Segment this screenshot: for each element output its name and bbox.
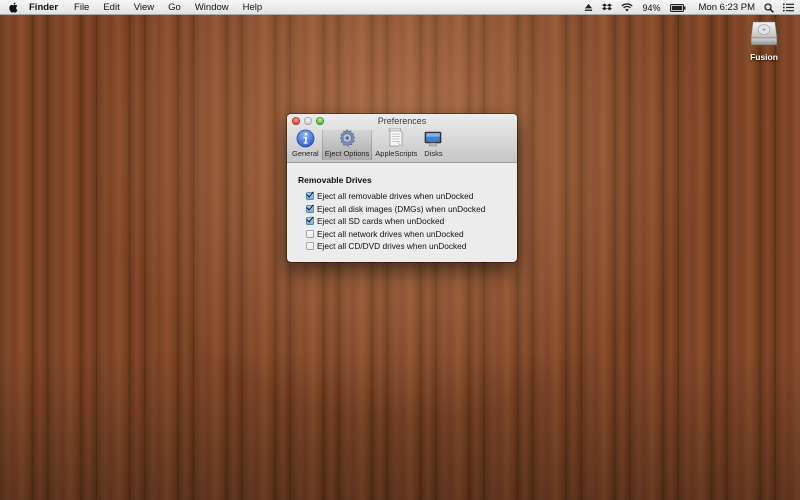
option-eject-sd-cards[interactable]: Eject all SD cards when unDocked	[306, 215, 517, 228]
menu-go[interactable]: Go	[168, 2, 181, 13]
preferences-window: Preferences General Eject Options AppleS…	[287, 114, 517, 262]
eject-icon[interactable]	[584, 0, 593, 15]
section-title: Removable Drives	[298, 175, 372, 185]
option-eject-network-drives[interactable]: Eject all network drives when unDocked	[306, 228, 517, 241]
checkbox[interactable]	[306, 217, 314, 226]
option-eject-disk-images[interactable]: Eject all disk images (DMGs) when unDock…	[306, 203, 517, 216]
menu-extras: 94% Mon 6:23 PM	[584, 0, 794, 15]
tab-label: Eject Options	[324, 149, 370, 158]
option-label: Eject all removable drives when unDocked	[317, 191, 474, 202]
gear-icon	[337, 128, 357, 148]
tab-applescripts[interactable]: AppleScripts	[372, 128, 420, 160]
script-icon	[386, 128, 406, 148]
search-icon[interactable]	[764, 0, 774, 15]
tab-label: Disks	[424, 149, 443, 158]
menu-bar: Finder File Edit View Go Window Help 94%…	[0, 0, 800, 15]
option-label: Eject all CD/DVD drives when unDocked	[317, 241, 467, 252]
menu-window[interactable]: Window	[195, 2, 229, 13]
tab-general[interactable]: General	[289, 129, 322, 160]
menu-view[interactable]: View	[134, 2, 154, 13]
menu-app-finder[interactable]: Finder	[29, 2, 58, 13]
tab-label: General	[292, 149, 319, 158]
desktop-icon-label: Fusion	[750, 52, 778, 62]
menu-edit[interactable]: Edit	[103, 2, 119, 13]
tab-label: AppleScripts	[375, 149, 418, 158]
menu-clock[interactable]: Mon 6:23 PM	[699, 2, 756, 13]
checkbox[interactable]	[306, 204, 314, 213]
option-eject-removable-drives[interactable]: Eject all removable drives when unDocked	[306, 190, 517, 203]
option-label: Eject all disk images (DMGs) when unDock…	[317, 203, 486, 214]
dropbox-icon[interactable]	[602, 0, 613, 15]
preferences-content: Removable Drives Eject all removable dri…	[287, 163, 517, 253]
info-icon	[295, 129, 315, 148]
tab-disks[interactable]: Disks	[420, 130, 446, 160]
battery-percent: 94%	[642, 2, 661, 13]
tab-eject-options[interactable]: Eject Options	[321, 128, 373, 160]
checkbox[interactable]	[306, 242, 314, 251]
desktop-drive-fusion[interactable]: Fusion	[744, 18, 784, 62]
menu-file[interactable]: File	[74, 2, 89, 13]
display-icon	[423, 130, 443, 148]
hard-drive-icon	[749, 18, 779, 48]
option-label: Eject all SD cards when unDocked	[317, 216, 445, 227]
option-label: Eject all network drives when unDocked	[317, 228, 464, 239]
menu-help[interactable]: Help	[243, 2, 263, 13]
checkbox[interactable]	[306, 192, 314, 201]
option-eject-cd-dvd-drives[interactable]: Eject all CD/DVD drives when unDocked	[306, 240, 517, 253]
wifi-icon[interactable]	[621, 0, 634, 15]
list-icon[interactable]	[783, 0, 794, 15]
checkbox[interactable]	[306, 229, 314, 238]
window-title: Preferences	[377, 116, 427, 126]
battery-icon[interactable]	[669, 0, 686, 15]
preferences-toolbar: General Eject Options AppleScripts Disks	[289, 128, 446, 162]
apple-menu-icon[interactable]	[8, 1, 19, 13]
window-titlebar[interactable]: Preferences General Eject Options AppleS…	[287, 114, 517, 163]
